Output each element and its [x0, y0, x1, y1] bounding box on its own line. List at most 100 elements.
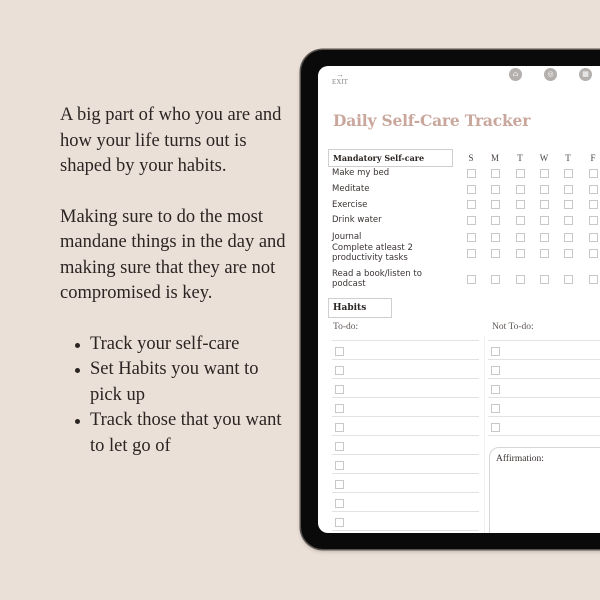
task-checkbox[interactable] [467, 169, 476, 178]
not-todo-line [488, 340, 600, 341]
todo-line [332, 397, 479, 398]
task-checkbox[interactable] [589, 249, 598, 258]
mandatory-selfcare-header: Mandatory Self-care [328, 149, 453, 167]
not-todo-checkbox[interactable] [491, 366, 500, 375]
task-checkbox[interactable] [540, 249, 549, 258]
not-todo-line [488, 397, 600, 398]
task-checkbox[interactable] [516, 185, 525, 194]
task-checkbox[interactable] [589, 233, 598, 242]
task-checkbox[interactable] [564, 275, 573, 284]
todo-checkbox[interactable] [335, 404, 344, 413]
not-todo-checkbox[interactable] [491, 404, 500, 413]
task-checkbox[interactable] [589, 185, 598, 194]
task-checkbox[interactable] [467, 200, 476, 209]
task-checkbox[interactable] [589, 216, 598, 225]
task-checkbox[interactable] [516, 169, 525, 178]
task-checkbox[interactable] [564, 169, 573, 178]
task-checkbox[interactable] [540, 233, 549, 242]
not-todo-label: Not To-do: [492, 322, 534, 332]
task-checkbox[interactable] [540, 216, 549, 225]
feature-item: Track your self-care [75, 332, 290, 358]
exit-label: EXIT [332, 78, 348, 86]
column-divider [484, 336, 485, 533]
task-checkbox[interactable] [589, 200, 598, 209]
todo-checkbox[interactable] [335, 461, 344, 470]
todo-checkbox[interactable] [335, 423, 344, 432]
todo-line [332, 435, 479, 436]
task-checkbox[interactable] [491, 233, 500, 242]
task-checkbox[interactable] [540, 185, 549, 194]
intro-paragraph-1: A big part of who you are and how your l… [60, 105, 282, 176]
task-label: Read a book/listen to podcast [332, 269, 422, 289]
habits-header: Habits [328, 298, 392, 318]
todo-checkbox[interactable] [335, 518, 344, 527]
intro-text: A big part of who you are and how your l… [60, 103, 290, 459]
task-checkbox[interactable] [540, 169, 549, 178]
todo-checkbox[interactable] [335, 366, 344, 375]
task-label: Journal [332, 232, 362, 242]
todo-line [332, 492, 479, 493]
task-checkbox[interactable] [467, 233, 476, 242]
task-checkbox[interactable] [540, 200, 549, 209]
todo-line [332, 530, 479, 531]
not-todo-line [488, 435, 600, 436]
task-checkbox[interactable] [491, 216, 500, 225]
task-checkbox[interactable] [467, 249, 476, 258]
task-checkbox[interactable] [564, 200, 573, 209]
not-todo-checkbox[interactable] [491, 423, 500, 432]
task-checkbox[interactable] [589, 169, 598, 178]
day-header: S [468, 153, 474, 163]
todo-checkbox[interactable] [335, 385, 344, 394]
day-header: T [565, 153, 571, 163]
task-checkbox[interactable] [467, 185, 476, 194]
task-checkbox[interactable] [491, 169, 500, 178]
calendar-icon[interactable]: ▦ [579, 68, 592, 81]
task-checkbox[interactable] [516, 275, 525, 284]
task-checkbox[interactable] [564, 233, 573, 242]
todo-line [332, 473, 479, 474]
task-checkbox[interactable] [564, 249, 573, 258]
task-checkbox[interactable] [491, 275, 500, 284]
todo-line [332, 340, 479, 341]
exit-button[interactable]: → EXIT [332, 71, 348, 87]
task-label: Drink water [332, 215, 382, 225]
todo-checkbox[interactable] [335, 480, 344, 489]
compass-icon[interactable]: ◎ [544, 68, 557, 81]
task-checkbox[interactable] [516, 200, 525, 209]
home-icon[interactable]: ⌂ [509, 68, 522, 81]
task-checkbox[interactable] [516, 233, 525, 242]
task-label: Exercise [332, 200, 368, 210]
task-checkbox[interactable] [564, 185, 573, 194]
day-header: F [590, 153, 596, 163]
task-checkbox[interactable] [491, 249, 500, 258]
intro-paragraph-2: Making sure to do the most mandane thing… [60, 206, 286, 304]
task-label: Meditate [332, 184, 370, 194]
task-checkbox[interactable] [491, 200, 500, 209]
not-todo-line [488, 378, 600, 379]
not-todo-checkbox[interactable] [491, 385, 500, 394]
todo-line [332, 359, 479, 360]
task-checkbox[interactable] [467, 216, 476, 225]
task-checkbox[interactable] [564, 216, 573, 225]
todo-label: To-do: [333, 322, 359, 332]
task-checkbox[interactable] [491, 185, 500, 194]
task-checkbox[interactable] [516, 216, 525, 225]
todo-line [332, 511, 479, 512]
task-label: Make my bed [332, 168, 390, 178]
not-todo-line [488, 359, 600, 360]
todo-checkbox[interactable] [335, 499, 344, 508]
task-checkbox[interactable] [467, 275, 476, 284]
todo-line [332, 454, 479, 455]
task-checkbox[interactable] [589, 275, 598, 284]
todo-checkbox[interactable] [335, 442, 344, 451]
not-todo-checkbox[interactable] [491, 347, 500, 356]
not-todo-line [488, 416, 600, 417]
todo-line [332, 378, 479, 379]
todo-line [332, 416, 479, 417]
todo-checkbox[interactable] [335, 347, 344, 356]
affirmation-box[interactable]: Affirmation: [489, 447, 600, 533]
task-checkbox[interactable] [540, 275, 549, 284]
task-label: Complete atleast 2 productivity tasks [332, 243, 413, 263]
feature-item: Set Habits you want to pick up [75, 357, 290, 408]
task-checkbox[interactable] [516, 249, 525, 258]
